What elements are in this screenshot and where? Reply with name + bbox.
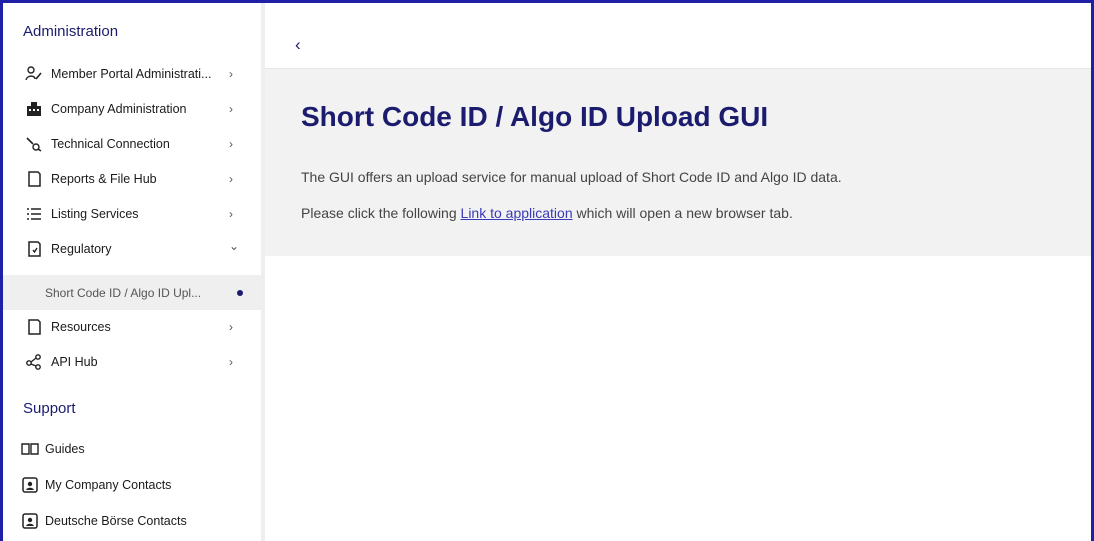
regulatory-icon	[25, 240, 43, 258]
top-bar: ‹	[265, 3, 1091, 69]
user-edit-icon	[25, 65, 43, 83]
section-title-administration: Administration	[23, 23, 119, 40]
sidebar-item-deutsche-boerse-contacts[interactable]: Deutsche Börse Contacts	[3, 503, 261, 538]
sidebar-item-resources[interactable]: Resources ›	[3, 309, 261, 344]
sidebar-item-company-administration[interactable]: Company Administration ›	[3, 91, 261, 126]
sidebar-item-reports-file-hub[interactable]: Reports & File Hub ›	[3, 161, 261, 196]
active-indicator-dot	[237, 289, 243, 296]
sidebar-item-label: Guides	[45, 441, 85, 456]
book-icon	[21, 440, 39, 458]
sidebar-item-label: Technical Connection	[51, 136, 170, 151]
connection-icon	[25, 135, 43, 153]
contact-card-icon	[21, 512, 39, 530]
sidebar-item-guides[interactable]: Guides	[3, 431, 261, 466]
chevron-down-icon: ⌄	[229, 239, 240, 253]
chevron-right-icon: ›	[229, 206, 233, 221]
link-prefix-text: Please click the following	[301, 205, 461, 221]
sidebar-item-listing-services[interactable]: Listing Services ›	[3, 196, 261, 231]
sidebar-item-label: Resources	[51, 319, 111, 334]
sidebar-item-api-hub[interactable]: API Hub ›	[3, 344, 261, 379]
page-title: Short Code ID / Algo ID Upload GUI	[301, 101, 769, 132]
sidebar-item-label: Short Code ID / Algo ID Upl...	[45, 285, 202, 300]
file-icon	[25, 318, 43, 336]
sidebar-item-regulatory[interactable]: Regulatory ⌄	[3, 231, 261, 266]
chevron-right-icon: ›	[229, 319, 233, 334]
main-content: Short Code ID / Algo ID Upload GUI The G…	[265, 69, 1091, 256]
description-text: The GUI offers an upload service for man…	[301, 169, 842, 185]
section-title-support: Support	[23, 400, 76, 417]
link-suffix-text: which will open a new browser tab.	[572, 205, 793, 221]
sidebar-item-my-company-contacts[interactable]: My Company Contacts	[3, 467, 261, 502]
list-icon	[25, 205, 43, 223]
contact-card-icon	[21, 476, 39, 494]
building-icon	[25, 100, 43, 118]
sidebar-item-member-portal[interactable]: Member Portal Administrati... ›	[3, 56, 261, 91]
file-icon	[25, 170, 43, 188]
chevron-right-icon: ›	[229, 101, 233, 116]
sidebar-item-short-code-upload[interactable]: Short Code ID / Algo ID Upl...	[3, 275, 261, 310]
sidebar-item-label: Deutsche Börse Contacts	[45, 513, 187, 528]
chevron-right-icon: ›	[229, 171, 233, 186]
application-link[interactable]: Link to application	[461, 205, 573, 221]
chevron-right-icon: ›	[229, 354, 233, 369]
link-paragraph: Please click the following Link to appli…	[301, 205, 793, 221]
sidebar-item-label: Listing Services	[51, 206, 139, 221]
share-icon	[25, 353, 43, 371]
sidebar-item-label: Company Administration	[51, 101, 187, 116]
sidebar-item-label: Reports & File Hub	[51, 171, 157, 186]
sidebar: Administration Member Portal Administrat…	[3, 3, 261, 541]
sidebar-item-label: Member Portal Administrati...	[51, 66, 212, 81]
chevron-right-icon: ›	[229, 66, 233, 81]
back-button[interactable]: ‹	[295, 35, 301, 55]
sidebar-item-label: Regulatory	[51, 241, 112, 256]
chevron-right-icon: ›	[229, 136, 233, 151]
sidebar-item-label: My Company Contacts	[45, 477, 172, 492]
sidebar-item-label: API Hub	[51, 354, 98, 369]
sidebar-item-technical-connection[interactable]: Technical Connection ›	[3, 126, 261, 161]
